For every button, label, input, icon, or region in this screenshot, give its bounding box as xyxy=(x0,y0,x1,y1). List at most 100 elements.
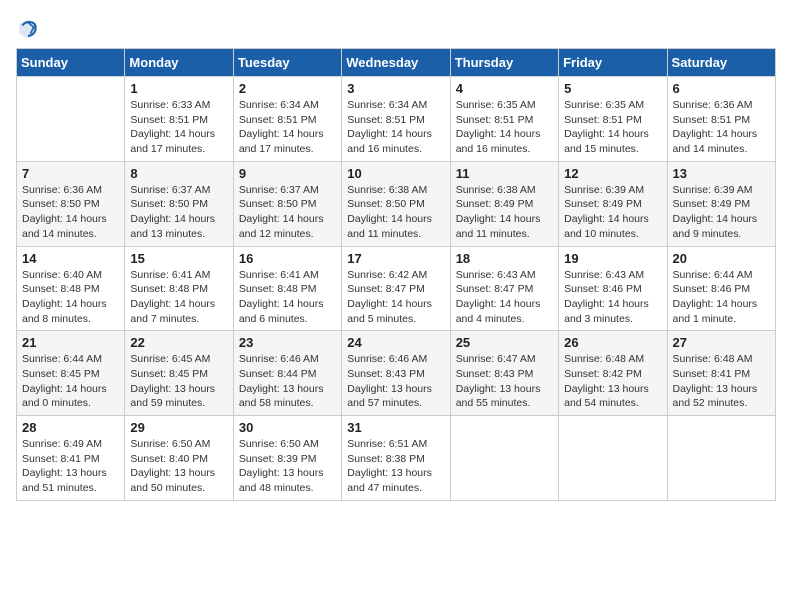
day-info: Sunrise: 6:35 AMSunset: 8:51 PMDaylight:… xyxy=(564,98,661,157)
day-number: 16 xyxy=(239,251,336,266)
day-info: Sunrise: 6:41 AMSunset: 8:48 PMDaylight:… xyxy=(239,268,336,327)
day-info: Sunrise: 6:41 AMSunset: 8:48 PMDaylight:… xyxy=(130,268,227,327)
day-info: Sunrise: 6:34 AMSunset: 8:51 PMDaylight:… xyxy=(347,98,444,157)
day-info: Sunrise: 6:37 AMSunset: 8:50 PMDaylight:… xyxy=(239,183,336,242)
day-number: 12 xyxy=(564,166,661,181)
day-info: Sunrise: 6:44 AMSunset: 8:46 PMDaylight:… xyxy=(673,268,770,327)
day-info: Sunrise: 6:36 AMSunset: 8:51 PMDaylight:… xyxy=(673,98,770,157)
calendar-cell: 13 Sunrise: 6:39 AMSunset: 8:49 PMDayligh… xyxy=(667,161,775,246)
calendar-week-row: 1Sunrise: 6:33 AMSunset: 8:51 PMDaylight… xyxy=(17,77,776,162)
calendar-cell: 27Sunrise: 6:48 AMSunset: 8:41 PMDayligh… xyxy=(667,331,775,416)
calendar-cell: 15 Sunrise: 6:41 AMSunset: 8:48 PMDayligh… xyxy=(125,246,233,331)
day-info: Sunrise: 6:34 AMSunset: 8:51 PMDaylight:… xyxy=(239,98,336,157)
weekday-header-thursday: Thursday xyxy=(450,49,558,77)
calendar-table: SundayMondayTuesdayWednesdayThursdayFrid… xyxy=(16,48,776,501)
calendar-cell: 23 Sunrise: 6:46 AMSunset: 8:44 PMDayligh… xyxy=(233,331,341,416)
calendar-cell xyxy=(450,416,558,501)
calendar-cell: 18Sunrise: 6:43 AMSunset: 8:47 PMDayligh… xyxy=(450,246,558,331)
day-number: 7 xyxy=(22,166,119,181)
calendar-week-row: 7Sunrise: 6:36 AMSunset: 8:50 PMDaylight… xyxy=(17,161,776,246)
calendar-cell: 16 Sunrise: 6:41 AMSunset: 8:48 PMDayligh… xyxy=(233,246,341,331)
day-info: Sunrise: 6:49 AMSunset: 8:41 PMDaylight:… xyxy=(22,437,119,496)
weekday-header-saturday: Saturday xyxy=(667,49,775,77)
calendar-cell: 3 Sunrise: 6:34 AMSunset: 8:51 PMDaylight… xyxy=(342,77,450,162)
day-info: Sunrise: 6:45 AMSunset: 8:45 PMDaylight:… xyxy=(130,352,227,411)
weekday-header-monday: Monday xyxy=(125,49,233,77)
day-number: 2 xyxy=(239,81,336,96)
day-number: 3 xyxy=(347,81,444,96)
calendar-cell: 26 Sunrise: 6:48 AMSunset: 8:42 PMDayligh… xyxy=(559,331,667,416)
calendar-cell: 17 Sunrise: 6:42 AMSunset: 8:47 PMDayligh… xyxy=(342,246,450,331)
calendar-cell: 20 Sunrise: 6:44 AMSunset: 8:46 PMDayligh… xyxy=(667,246,775,331)
day-number: 9 xyxy=(239,166,336,181)
weekday-header-wednesday: Wednesday xyxy=(342,49,450,77)
day-info: Sunrise: 6:33 AMSunset: 8:51 PMDaylight:… xyxy=(130,98,227,157)
calendar-cell xyxy=(667,416,775,501)
calendar-cell: 24 Sunrise: 6:46 AMSunset: 8:43 PMDayligh… xyxy=(342,331,450,416)
day-info: Sunrise: 6:48 AMSunset: 8:42 PMDaylight:… xyxy=(564,352,661,411)
day-info: Sunrise: 6:39 AMSunset: 8:49 PMDaylight:… xyxy=(564,183,661,242)
day-number: 13 xyxy=(673,166,770,181)
page-header xyxy=(16,16,776,40)
day-info: Sunrise: 6:43 AMSunset: 8:46 PMDaylight:… xyxy=(564,268,661,327)
calendar-cell: 9 Sunrise: 6:37 AMSunset: 8:50 PMDaylight… xyxy=(233,161,341,246)
day-info: Sunrise: 6:35 AMSunset: 8:51 PMDaylight:… xyxy=(456,98,553,157)
calendar-week-row: 14 Sunrise: 6:40 AMSunset: 8:48 PMDayligh… xyxy=(17,246,776,331)
day-number: 14 xyxy=(22,251,119,266)
weekday-header-sunday: Sunday xyxy=(17,49,125,77)
day-number: 5 xyxy=(564,81,661,96)
day-number: 6 xyxy=(673,81,770,96)
day-info: Sunrise: 6:46 AMSunset: 8:44 PMDaylight:… xyxy=(239,352,336,411)
day-number: 20 xyxy=(673,251,770,266)
day-info: Sunrise: 6:46 AMSunset: 8:43 PMDaylight:… xyxy=(347,352,444,411)
day-number: 26 xyxy=(564,335,661,350)
day-info: Sunrise: 6:38 AMSunset: 8:49 PMDaylight:… xyxy=(456,183,553,242)
calendar-cell: 30 Sunrise: 6:50 AMSunset: 8:39 PMDayligh… xyxy=(233,416,341,501)
day-number: 30 xyxy=(239,420,336,435)
day-info: Sunrise: 6:38 AMSunset: 8:50 PMDaylight:… xyxy=(347,183,444,242)
calendar-cell: 4Sunrise: 6:35 AMSunset: 8:51 PMDaylight… xyxy=(450,77,558,162)
calendar-cell: 8 Sunrise: 6:37 AMSunset: 8:50 PMDaylight… xyxy=(125,161,233,246)
calendar-cell xyxy=(17,77,125,162)
calendar-cell: 10 Sunrise: 6:38 AMSunset: 8:50 PMDayligh… xyxy=(342,161,450,246)
day-number: 10 xyxy=(347,166,444,181)
day-number: 29 xyxy=(130,420,227,435)
day-number: 25 xyxy=(456,335,553,350)
day-number: 24 xyxy=(347,335,444,350)
calendar-cell: 22 Sunrise: 6:45 AMSunset: 8:45 PMDayligh… xyxy=(125,331,233,416)
calendar-cell: 11 Sunrise: 6:38 AMSunset: 8:49 PMDayligh… xyxy=(450,161,558,246)
day-number: 11 xyxy=(456,166,553,181)
day-number: 15 xyxy=(130,251,227,266)
day-info: Sunrise: 6:51 AMSunset: 8:38 PMDaylight:… xyxy=(347,437,444,496)
day-number: 23 xyxy=(239,335,336,350)
day-info: Sunrise: 6:40 AMSunset: 8:48 PMDaylight:… xyxy=(22,268,119,327)
day-number: 27 xyxy=(673,335,770,350)
day-info: Sunrise: 6:47 AMSunset: 8:43 PMDaylight:… xyxy=(456,352,553,411)
calendar-cell xyxy=(559,416,667,501)
day-number: 17 xyxy=(347,251,444,266)
calendar-cell: 28Sunrise: 6:49 AMSunset: 8:41 PMDayligh… xyxy=(17,416,125,501)
calendar-week-row: 21Sunrise: 6:44 AMSunset: 8:45 PMDayligh… xyxy=(17,331,776,416)
day-info: Sunrise: 6:37 AMSunset: 8:50 PMDaylight:… xyxy=(130,183,227,242)
day-info: Sunrise: 6:39 AMSunset: 8:49 PMDaylight:… xyxy=(673,183,770,242)
calendar-cell: 14 Sunrise: 6:40 AMSunset: 8:48 PMDayligh… xyxy=(17,246,125,331)
calendar-cell: 25 Sunrise: 6:47 AMSunset: 8:43 PMDayligh… xyxy=(450,331,558,416)
calendar-cell: 21Sunrise: 6:44 AMSunset: 8:45 PMDayligh… xyxy=(17,331,125,416)
day-info: Sunrise: 6:50 AMSunset: 8:40 PMDaylight:… xyxy=(130,437,227,496)
logo-icon xyxy=(16,16,40,40)
day-number: 31 xyxy=(347,420,444,435)
day-number: 8 xyxy=(130,166,227,181)
calendar-cell: 31 Sunrise: 6:51 AMSunset: 8:38 PMDayligh… xyxy=(342,416,450,501)
calendar-cell: 12 Sunrise: 6:39 AMSunset: 8:49 PMDayligh… xyxy=(559,161,667,246)
day-info: Sunrise: 6:42 AMSunset: 8:47 PMDaylight:… xyxy=(347,268,444,327)
day-info: Sunrise: 6:43 AMSunset: 8:47 PMDaylight:… xyxy=(456,268,553,327)
day-info: Sunrise: 6:50 AMSunset: 8:39 PMDaylight:… xyxy=(239,437,336,496)
day-number: 19 xyxy=(564,251,661,266)
calendar-cell: 2 Sunrise: 6:34 AMSunset: 8:51 PMDaylight… xyxy=(233,77,341,162)
logo xyxy=(16,16,44,40)
day-info: Sunrise: 6:44 AMSunset: 8:45 PMDaylight:… xyxy=(22,352,119,411)
weekday-header-tuesday: Tuesday xyxy=(233,49,341,77)
calendar-cell: 7Sunrise: 6:36 AMSunset: 8:50 PMDaylight… xyxy=(17,161,125,246)
calendar-week-row: 28Sunrise: 6:49 AMSunset: 8:41 PMDayligh… xyxy=(17,416,776,501)
day-number: 22 xyxy=(130,335,227,350)
